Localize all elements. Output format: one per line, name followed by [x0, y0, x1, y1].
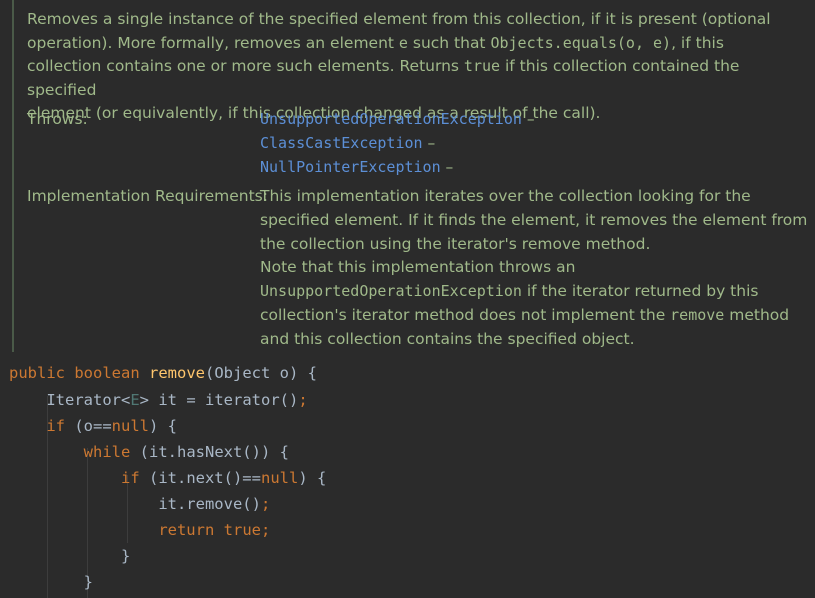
type-parameter: E [130, 391, 140, 409]
semicolon: ; [260, 521, 271, 539]
code-line-4[interactable]: while (it.hasNext()) { [9, 439, 289, 465]
keyword: while [83, 443, 131, 461]
keyword: boolean [74, 364, 140, 382]
code-e: e [398, 33, 408, 52]
code-exception: UnsupportedOperationException [260, 282, 522, 300]
impl-line-2: specified element. If it finds the eleme… [260, 211, 808, 229]
semicolon: ; [298, 391, 308, 409]
code-text: ) { [298, 469, 327, 487]
code-line-9[interactable]: } [9, 569, 93, 595]
desc-text: operation). More formally, removes an el… [27, 33, 399, 52]
exception-link[interactable]: NullPointerException [260, 158, 441, 176]
dash: – [440, 158, 454, 176]
keyword: if [46, 417, 65, 435]
code-text: it.remove() [158, 495, 261, 513]
code-text: Iterator< [46, 391, 131, 409]
throws-label: Throws: [27, 110, 88, 128]
code-text: > it = iterator() [139, 391, 299, 409]
impl-line-3: the collection using the iterator's remo… [260, 235, 651, 253]
keyword: null [111, 417, 149, 435]
desc-text: , if this [671, 33, 724, 52]
exception-link[interactable]: ClassCastException [260, 134, 423, 152]
impl-line-7: and this collection contains the specifi… [260, 330, 635, 348]
code-line-2[interactable]: Iterator<E> it = iterator(); [9, 387, 308, 413]
desc-line-2: operation). More formally, removes an el… [27, 32, 807, 56]
code-objects-equals: Objects.equals(o, e) [490, 33, 672, 52]
code-true: true [463, 57, 501, 76]
impl-text: collection's iterator method does not im… [260, 306, 671, 324]
impl-line-4: Note that this implementation throws an [260, 258, 576, 276]
keyword: return [158, 521, 215, 539]
impl-label: Implementation Requirements: [27, 187, 268, 205]
throws-item[interactable]: UnsupportedOperationException – [260, 108, 535, 132]
desc-text: collection contains one or more such ele… [27, 57, 464, 76]
desc-line-1: Removes a single instance of the specifi… [27, 10, 771, 28]
desc-line-3: collection contains one or more such ele… [27, 55, 807, 102]
code-line-5[interactable]: if (it.next()==null) { [9, 465, 326, 491]
code-editor[interactable]: public boolean remove(Object o) { Iterat… [0, 358, 815, 598]
javadoc-panel: Removes a single instance of the specifi… [12, 0, 815, 352]
impl-text: method [724, 306, 790, 324]
code-text: (o== [65, 417, 112, 435]
code-line-6[interactable]: it.remove(); [9, 491, 270, 517]
code-line-8[interactable]: } [9, 543, 130, 569]
code-line-1[interactable]: public boolean remove(Object o) { [9, 360, 317, 386]
code-text: (it.next()== [139, 469, 261, 487]
keyword: if [120, 469, 140, 487]
code-line-7[interactable]: return true; [9, 517, 270, 543]
impl-text: if the iterator returned by this [521, 282, 759, 300]
impl-line-6: collection's iterator method does not im… [260, 304, 789, 328]
impl-line-5: UnsupportedOperationException if the ite… [260, 280, 758, 304]
dash: – [521, 110, 535, 128]
desc-text: such that [407, 33, 491, 52]
keyword: public [9, 364, 65, 382]
throws-item[interactable]: NullPointerException – [260, 156, 453, 180]
brace: } [83, 573, 93, 591]
code-text: ) { [149, 417, 177, 435]
brace: } [120, 547, 131, 565]
code-text: (it.hasNext()) { [130, 443, 289, 461]
semicolon: ; [260, 495, 271, 513]
keyword: true [223, 521, 261, 539]
method-name: remove [149, 364, 206, 382]
impl-line-1: This implementation iterates over the co… [260, 187, 751, 205]
exception-link[interactable]: UnsupportedOperationException [260, 110, 522, 128]
code-line-3[interactable]: if (o==null) { [9, 413, 177, 439]
code-remove: remove [670, 306, 725, 324]
keyword: null [260, 469, 299, 487]
code-text: (Object o) { [205, 364, 317, 382]
throws-item[interactable]: ClassCastException – [260, 132, 435, 156]
dash: – [422, 134, 436, 152]
